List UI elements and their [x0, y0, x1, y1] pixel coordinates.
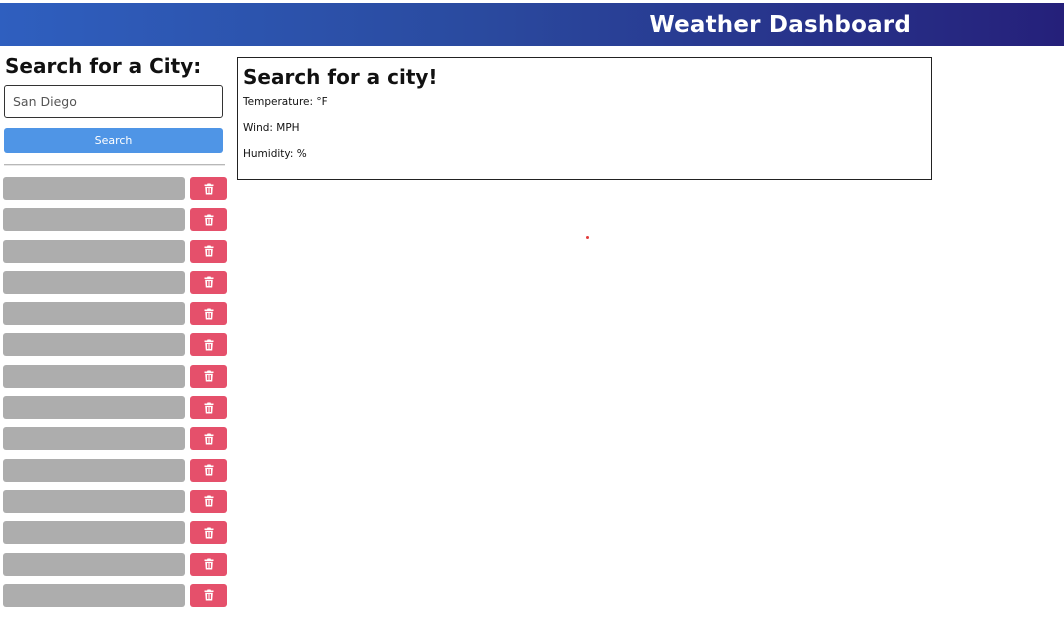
temperature-text: Temperature: °F — [243, 96, 328, 108]
search-history-list — [3, 177, 228, 615]
delete-history-button[interactable] — [190, 521, 227, 545]
history-row — [3, 458, 228, 482]
history-city-button[interactable] — [3, 521, 185, 545]
history-city-button[interactable] — [3, 270, 185, 294]
delete-history-button[interactable] — [190, 208, 227, 232]
header-bar: Weather Dashboard — [0, 3, 1064, 46]
history-city-button[interactable] — [3, 552, 185, 576]
delete-history-button[interactable] — [190, 302, 227, 326]
history-city-button[interactable] — [3, 427, 185, 451]
wind-text: Wind: MPH — [243, 122, 300, 134]
history-city-button[interactable] — [3, 333, 185, 357]
delete-history-button[interactable] — [190, 270, 227, 294]
trash-icon — [204, 464, 213, 476]
app-title: Weather Dashboard — [649, 11, 911, 38]
trash-icon — [204, 558, 213, 570]
sidebar-divider — [4, 164, 225, 166]
trash-icon — [204, 495, 213, 507]
history-row — [3, 396, 228, 420]
history-row — [3, 333, 228, 357]
trash-icon — [204, 245, 213, 257]
trash-icon — [204, 402, 213, 414]
delete-history-button[interactable] — [190, 489, 227, 513]
trash-icon — [204, 214, 213, 226]
history-city-button[interactable] — [3, 302, 185, 326]
search-button[interactable]: Search — [4, 128, 223, 153]
history-row — [3, 521, 228, 545]
history-row — [3, 208, 228, 232]
history-city-button[interactable] — [3, 239, 185, 263]
history-row — [3, 270, 228, 294]
history-row — [3, 239, 228, 263]
current-weather-card: Search for a city! Temperature: °F Wind:… — [237, 57, 932, 180]
card-title: Search for a city! — [243, 65, 438, 89]
history-row — [3, 552, 228, 576]
history-city-button[interactable] — [3, 396, 185, 420]
sidebar: Search for a City: Search — [3, 52, 228, 607]
history-row — [3, 302, 228, 326]
delete-history-button[interactable] — [190, 427, 227, 451]
delete-history-button[interactable] — [190, 458, 227, 482]
history-city-button[interactable] — [3, 489, 185, 513]
trash-icon — [204, 276, 213, 288]
history-row — [3, 427, 228, 451]
trash-icon — [204, 339, 213, 351]
history-row — [3, 177, 228, 200]
history-city-button[interactable] — [3, 458, 185, 482]
delete-history-button[interactable] — [190, 239, 227, 263]
history-row — [3, 583, 228, 607]
trash-icon — [204, 433, 213, 445]
delete-history-button[interactable] — [190, 552, 227, 576]
trash-icon — [204, 589, 213, 601]
history-row — [3, 489, 228, 513]
delete-history-button[interactable] — [190, 177, 227, 200]
red-dot — [586, 236, 589, 239]
trash-icon — [204, 308, 213, 320]
delete-history-button[interactable] — [190, 583, 227, 607]
delete-history-button[interactable] — [190, 364, 227, 388]
delete-history-button[interactable] — [190, 396, 227, 420]
history-city-button[interactable] — [3, 583, 185, 607]
trash-icon — [204, 370, 213, 382]
history-city-button[interactable] — [3, 177, 185, 200]
history-row — [3, 364, 228, 388]
search-heading: Search for a City: — [5, 54, 202, 78]
history-city-button[interactable] — [3, 364, 185, 388]
history-city-button[interactable] — [3, 208, 185, 232]
trash-icon — [204, 527, 213, 539]
trash-icon — [204, 183, 213, 194]
delete-history-button[interactable] — [190, 333, 227, 357]
humidity-text: Humidity: % — [243, 148, 307, 160]
city-search-input[interactable] — [4, 85, 223, 118]
